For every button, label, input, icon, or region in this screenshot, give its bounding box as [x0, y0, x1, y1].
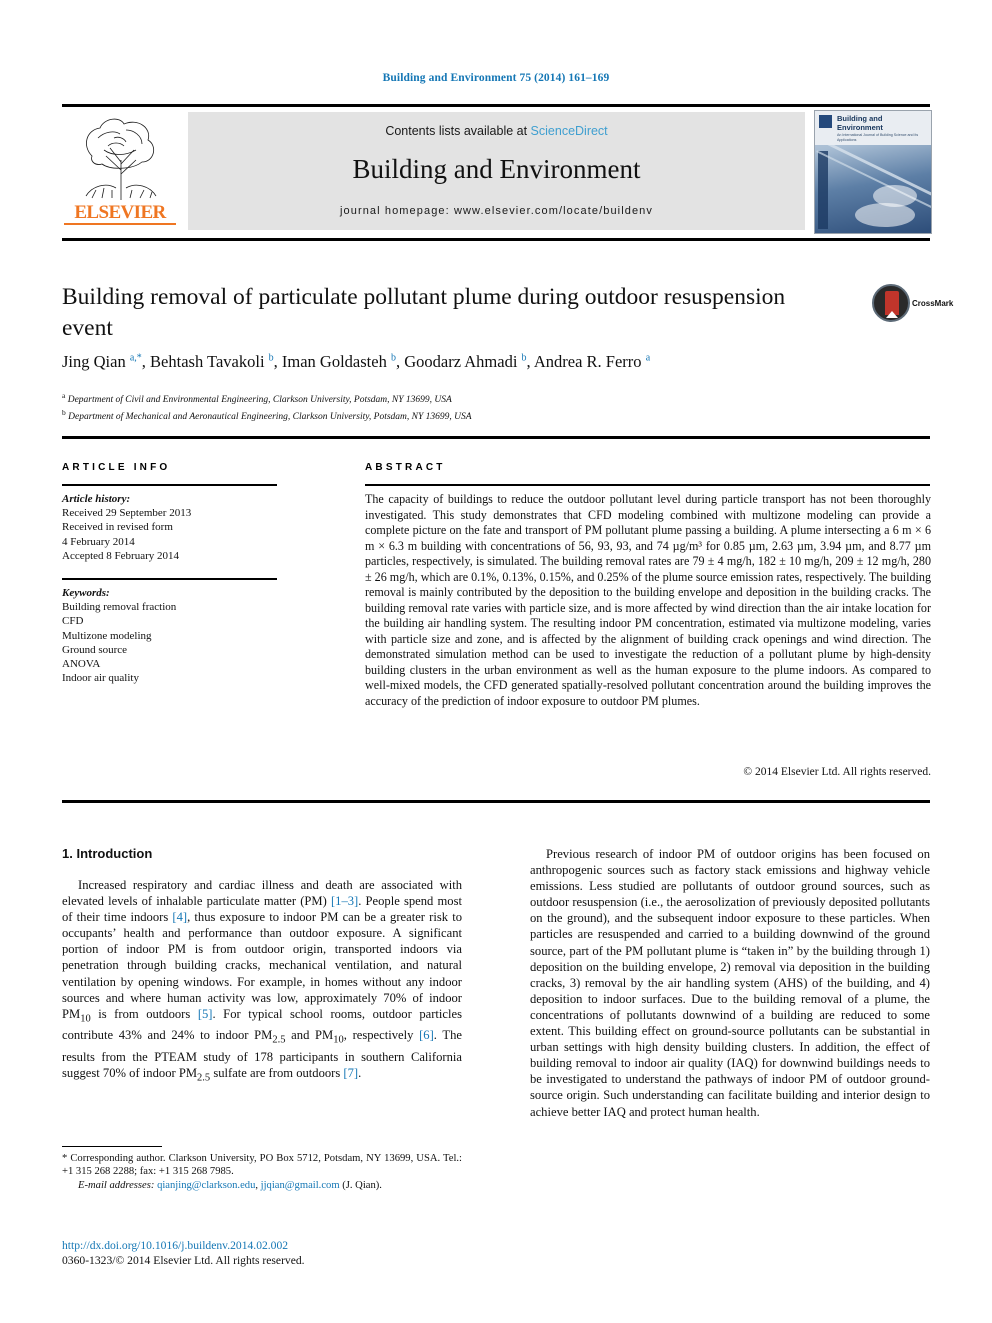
email-link-2[interactable]: jjqian@gmail.com: [261, 1180, 340, 1191]
page-title: Building removal of particulate pollutan…: [62, 284, 786, 341]
journal-masthead: ELSEVIER Contents lists available at Sci…: [62, 110, 932, 234]
footnote-rule: [62, 1146, 162, 1148]
history-line: Received 29 September 2013: [62, 507, 192, 520]
journal-title: Building and Environment: [352, 154, 641, 184]
cover-logo-square: [819, 115, 832, 128]
issn-copyright-line: 0360-1323/© 2014 Elsevier Ltd. All right…: [62, 1254, 305, 1267]
article-history-label: Article history:: [62, 493, 131, 505]
email-suffix: (J. Qian).: [342, 1179, 382, 1191]
contents-available-line: Contents lists available at ScienceDirec…: [188, 124, 805, 138]
abstract-text: The capacity of buildings to reduce the …: [365, 492, 931, 708]
affiliations: a Department of Civil and Environmental …: [62, 390, 862, 423]
crossmark-badge[interactable]: CrossMark: [872, 284, 953, 332]
keywords-list: Keywords: Building removal fraction CFD …: [62, 586, 288, 685]
history-line: Accepted 8 February 2014: [62, 549, 179, 562]
doi-block: http://dx.doi.org/10.1016/j.buildenv.201…: [62, 1238, 482, 1268]
contents-prefix: Contents lists available at: [385, 124, 531, 138]
doi-link[interactable]: http://dx.doi.org/10.1016/j.buildenv.201…: [62, 1238, 482, 1253]
keywords-label: Keywords:: [62, 587, 110, 599]
author-list: Jing Qian a,*, Behtash Tavakoli b, Iman …: [62, 352, 651, 371]
crossmark-label: CrossMark: [912, 299, 954, 308]
intro-paragraph-left: Increased respiratory and cardiac illnes…: [62, 878, 462, 1084]
affiliation-a: a Department of Civil and Environmental …: [62, 391, 452, 406]
history-line: Received in revised form: [62, 521, 173, 534]
cover-spine: [818, 151, 828, 229]
body-column-right: Previous research of indoor PM of outdoo…: [530, 846, 930, 1120]
history-line: 4 February 2014: [62, 535, 135, 548]
abstract-rule: [365, 484, 930, 486]
crossmark-icon: [872, 284, 910, 322]
article-history: Article history: Received 29 September 2…: [62, 492, 288, 563]
elsevier-wordmark: ELSEVIER: [74, 202, 166, 223]
copyright-line: © 2014 Elsevier Ltd. All rights reserved…: [743, 766, 931, 778]
running-head: Building and Environment 75 (2014) 161–1…: [382, 72, 610, 84]
title-bottom-rule: [62, 436, 930, 439]
abstract-bottom-rule: [62, 800, 930, 803]
paper-page: Building and Environment 75 (2014) 161–1…: [0, 0, 992, 1323]
article-info-heading: ARTICLE INFO: [62, 462, 171, 473]
elsevier-underline: [64, 223, 176, 225]
crossmark-triangle: [886, 311, 898, 318]
sciencedirect-link[interactable]: ScienceDirect: [531, 124, 608, 138]
email-note: E-mail addresses: qianjing@clarkson.edu,…: [62, 1179, 462, 1192]
journal-homepage[interactable]: journal homepage: www.elsevier.com/locat…: [188, 205, 805, 217]
keyword-item: Ground source: [62, 643, 128, 656]
intro-paragraph-right: Previous research of indoor PM of outdoo…: [530, 847, 930, 1119]
article-info-rule: [62, 484, 277, 486]
keyword-item: CFD: [62, 615, 84, 628]
journal-cover-thumbnail: Building and Environment An Internationa…: [814, 110, 932, 234]
header-rule: [62, 104, 930, 107]
masthead-bottom-rule: [62, 238, 930, 241]
corresponding-author-note: * Corresponding author. Clarkson Univers…: [62, 1153, 462, 1178]
email-addresses-label: E-mail addresses:: [78, 1179, 155, 1191]
cover-cloud-2: [855, 203, 915, 227]
masthead-panel: Contents lists available at ScienceDirec…: [188, 112, 805, 230]
cover-journal-subtitle: An International Journal of Building Sci…: [837, 133, 919, 142]
keywords-rule: [62, 578, 277, 580]
email-link-1[interactable]: qianjing@clarkson.edu: [157, 1180, 255, 1191]
affiliation-b-text: Department of Mechanical and Aeronautica…: [68, 411, 472, 422]
affiliation-b: b Department of Mechanical and Aeronauti…: [62, 407, 472, 422]
keyword-item: Building removal fraction: [62, 601, 177, 614]
cover-journal-title: Building and Environment: [837, 114, 883, 132]
keyword-item: ANOVA: [62, 658, 101, 671]
footnote-block: * Corresponding author. Clarkson Univers…: [62, 1152, 462, 1192]
affiliation-a-text: Department of Civil and Environmental En…: [67, 395, 452, 406]
abstract-heading: ABSTRACT: [365, 462, 446, 473]
body-column-left: 1. Introduction Increased respiratory an…: [62, 846, 462, 1087]
keyword-item: Multizone modeling: [62, 629, 152, 642]
keyword-item: Indoor air quality: [62, 672, 139, 685]
introduction-heading: 1. Introduction: [62, 846, 153, 861]
